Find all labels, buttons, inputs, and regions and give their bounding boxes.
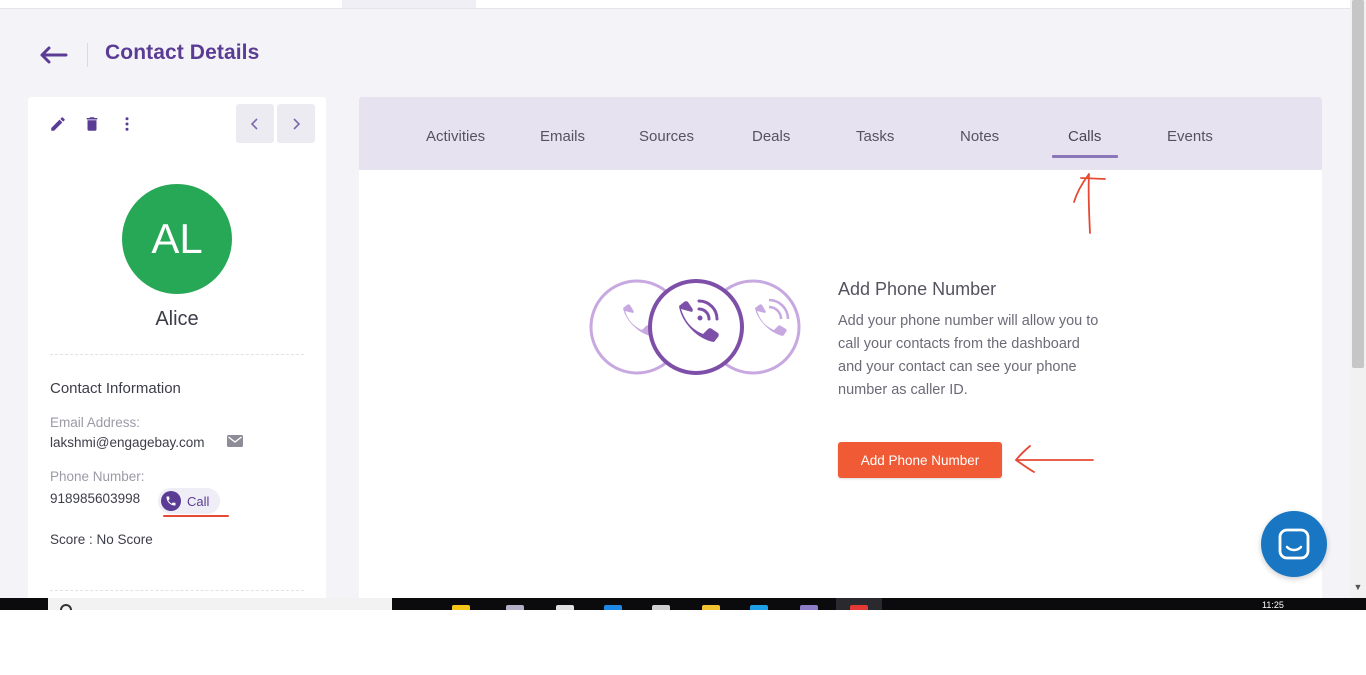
tab-bar: Activities Emails Sources Deals Tasks No… bbox=[359, 97, 1322, 170]
chevron-right-icon bbox=[293, 117, 301, 130]
scrollbar-thumb[interactable] bbox=[1352, 0, 1364, 368]
tab-tasks[interactable]: Tasks bbox=[856, 128, 894, 145]
contact-card bbox=[28, 97, 326, 600]
tab-calls[interactable]: Calls bbox=[1068, 128, 1101, 145]
tab-deals[interactable]: Deals bbox=[752, 128, 790, 145]
delete-button[interactable] bbox=[81, 113, 103, 135]
call-label: Call bbox=[187, 493, 210, 509]
scroll-down-arrow[interactable]: ▼ bbox=[1352, 582, 1364, 596]
tab-notes[interactable]: Notes bbox=[960, 128, 999, 145]
empty-state-title: Add Phone Number bbox=[838, 279, 997, 299]
delete-icon bbox=[86, 117, 98, 131]
taskbar: 11:25 bbox=[0, 598, 1366, 610]
chat-launcher-button[interactable] bbox=[1261, 511, 1327, 577]
add-phone-number-button[interactable]: Add Phone Number bbox=[838, 442, 1002, 478]
calls-illustration bbox=[589, 277, 801, 377]
send-email-button[interactable] bbox=[227, 434, 243, 448]
active-tab-indicator bbox=[1052, 155, 1118, 158]
tab-sources[interactable]: Sources bbox=[639, 128, 694, 145]
header-divider bbox=[87, 43, 88, 67]
bottom-blank-area bbox=[0, 610, 1366, 675]
phone-label: Phone Number: bbox=[50, 469, 145, 484]
top-strip bbox=[0, 0, 1350, 9]
previous-contact-button[interactable] bbox=[236, 104, 274, 143]
app: Contact Details AL Alice Contact Informa… bbox=[0, 0, 1366, 600]
call-button[interactable]: Call bbox=[158, 488, 220, 514]
phone-icon bbox=[161, 491, 181, 511]
phone-value: 918985603998 bbox=[50, 491, 141, 506]
mail-icon bbox=[227, 435, 243, 447]
next-contact-button[interactable] bbox=[277, 104, 315, 143]
chevron-left-icon bbox=[250, 117, 258, 130]
page-title: Contact Details bbox=[105, 41, 260, 64]
contact-name: Alice bbox=[155, 308, 199, 330]
chat-icon bbox=[1278, 528, 1310, 560]
tab-emails[interactable]: Emails bbox=[540, 128, 585, 145]
more-vertical-icon bbox=[125, 117, 129, 131]
taskbar-search[interactable] bbox=[48, 598, 392, 610]
score-value: Score : No Score bbox=[50, 532, 153, 547]
back-button[interactable] bbox=[36, 40, 70, 70]
avatar: AL bbox=[122, 184, 232, 294]
divider bbox=[50, 354, 304, 355]
edit-icon bbox=[51, 117, 65, 131]
annotation-underline bbox=[163, 515, 229, 517]
tab-activities[interactable]: Activities bbox=[426, 128, 485, 145]
edit-button[interactable] bbox=[47, 113, 69, 135]
back-arrow-icon bbox=[40, 46, 68, 64]
tab-events[interactable]: Events bbox=[1167, 128, 1213, 145]
empty-state-description: Add your phone number will allow you to … bbox=[838, 313, 1099, 398]
top-tab-hint bbox=[342, 0, 476, 8]
taskbar-active-app[interactable] bbox=[836, 598, 882, 610]
divider bbox=[50, 590, 304, 591]
activity-panel: Activities Emails Sources Deals Tasks No… bbox=[359, 97, 1322, 600]
more-options-button[interactable] bbox=[116, 113, 138, 135]
email-value[interactable]: lakshmi@engagebay.com bbox=[50, 435, 205, 450]
taskbar-clock: 11:25 bbox=[1262, 600, 1284, 610]
email-label: Email Address: bbox=[50, 415, 141, 430]
contact-info-heading: Contact Information bbox=[50, 380, 181, 397]
